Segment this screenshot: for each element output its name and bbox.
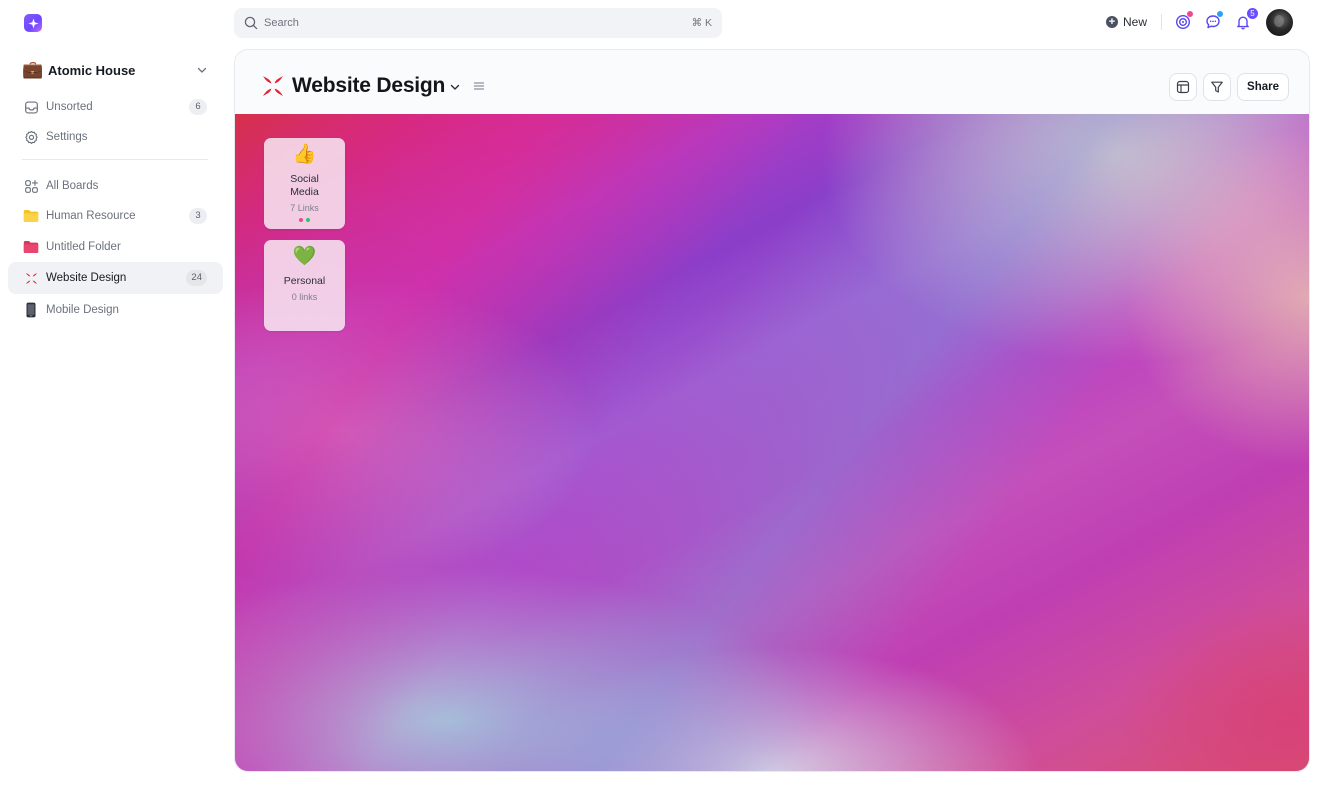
- sidebar-item-label: All Boards: [46, 180, 99, 192]
- workspace-name: Atomic House: [48, 62, 136, 78]
- sidebar-item-unsorted[interactable]: Unsorted 6: [8, 91, 223, 123]
- new-button[interactable]: + New: [1105, 15, 1147, 29]
- sidebar-item-label: Settings: [46, 131, 88, 143]
- notification-badge: 5: [1247, 8, 1258, 19]
- tag-dot: [299, 218, 303, 222]
- filter-icon: [1210, 80, 1224, 94]
- sidebar-item-label: Mobile Design: [46, 304, 119, 316]
- status-dot: [1187, 11, 1193, 17]
- card-title: Social Media: [290, 173, 319, 198]
- chevron-down-icon[interactable]: [449, 81, 461, 93]
- sidebar-item-label: Unsorted: [46, 101, 93, 113]
- chevron-down-icon: [196, 64, 208, 76]
- search-shortcut-hint: ⌘ K: [691, 17, 712, 29]
- sidebar-item-human-resource[interactable]: Human Resource 3: [8, 200, 223, 232]
- sidebar-item-untitled-folder[interactable]: Untitled Folder: [8, 231, 223, 263]
- thumbs-up-icon: 👍: [292, 144, 317, 165]
- sidebar-item-label: Human Resource: [46, 210, 136, 222]
- status-dot: [1217, 11, 1223, 17]
- sidebar-item-settings[interactable]: Settings: [8, 121, 223, 153]
- layout-icon: [1176, 80, 1190, 94]
- plus-circle-icon: +: [1105, 16, 1118, 28]
- anger-symbol-icon: [261, 74, 285, 98]
- board-actions: Share: [1169, 73, 1289, 101]
- board-panel: Website Design Share 👍 Social Media 7 Li…: [234, 49, 1310, 772]
- bell-icon[interactable]: 5: [1234, 8, 1258, 31]
- menu-lines-icon[interactable]: [473, 80, 485, 92]
- board-canvas[interactable]: 👍 Social Media 7 Links 💚 Personal 0 link…: [235, 114, 1309, 771]
- folder-yellow-icon: [23, 208, 39, 224]
- count-badge: 24: [186, 270, 207, 286]
- sidebar-item-all-boards[interactable]: All Boards: [8, 170, 223, 202]
- mobile-phone-icon: [23, 302, 39, 318]
- chat-icon[interactable]: [1204, 11, 1223, 31]
- sidebar-item-mobile-design[interactable]: Mobile Design: [8, 294, 223, 326]
- filter-button[interactable]: [1203, 73, 1232, 101]
- tag-dot: [306, 218, 310, 222]
- inbox-icon: [23, 99, 39, 115]
- sidebar: 💼 Atomic House Unsorted 6 Settings All B…: [0, 46, 226, 785]
- board-title-group: Website Design: [261, 72, 485, 100]
- page-title[interactable]: Website Design: [292, 74, 445, 98]
- sidebar-item-label: Website Design: [46, 272, 127, 284]
- target-icon[interactable]: [1174, 11, 1193, 31]
- layout-button[interactable]: [1169, 73, 1198, 101]
- card-title: Personal: [283, 275, 326, 287]
- collection-card-social-media[interactable]: 👍 Social Media 7 Links: [264, 138, 345, 229]
- sidebar-item-website-design[interactable]: Website Design 24: [8, 262, 223, 294]
- sidebar-divider: [22, 159, 208, 160]
- workspace-switcher[interactable]: 💼 Atomic House: [22, 60, 208, 80]
- share-button[interactable]: Share: [1237, 73, 1289, 101]
- board-header: Website Design Share: [235, 50, 1309, 114]
- count-badge: 6: [189, 99, 207, 115]
- avatar[interactable]: [1266, 8, 1293, 36]
- card-tag-dots: [299, 218, 310, 222]
- app-logo-icon[interactable]: [24, 14, 42, 32]
- search-bar[interactable]: Search ⌘ K: [234, 8, 722, 38]
- divider: [1161, 14, 1162, 30]
- top-actions: + New 5: [1105, 7, 1293, 37]
- sidebar-item-label: Untitled Folder: [46, 241, 121, 253]
- new-button-label: New: [1122, 15, 1147, 29]
- anger-symbol-icon: [23, 270, 39, 286]
- briefcase-icon: 💼: [22, 60, 44, 79]
- card-link-count: 0 links: [291, 292, 318, 302]
- top-bar: Search ⌘ K + New 5: [0, 0, 1323, 46]
- boards-grid-icon: [23, 178, 39, 194]
- search-input[interactable]: Search: [264, 17, 692, 29]
- search-icon: [244, 16, 258, 30]
- folder-pink-icon: [23, 239, 39, 255]
- count-badge: 3: [189, 208, 207, 224]
- collection-card-personal[interactable]: 💚 Personal 0 links: [264, 240, 345, 331]
- gear-icon: [23, 129, 39, 145]
- green-heart-icon: 💚: [292, 246, 317, 267]
- card-link-count: 7 Links: [290, 203, 319, 213]
